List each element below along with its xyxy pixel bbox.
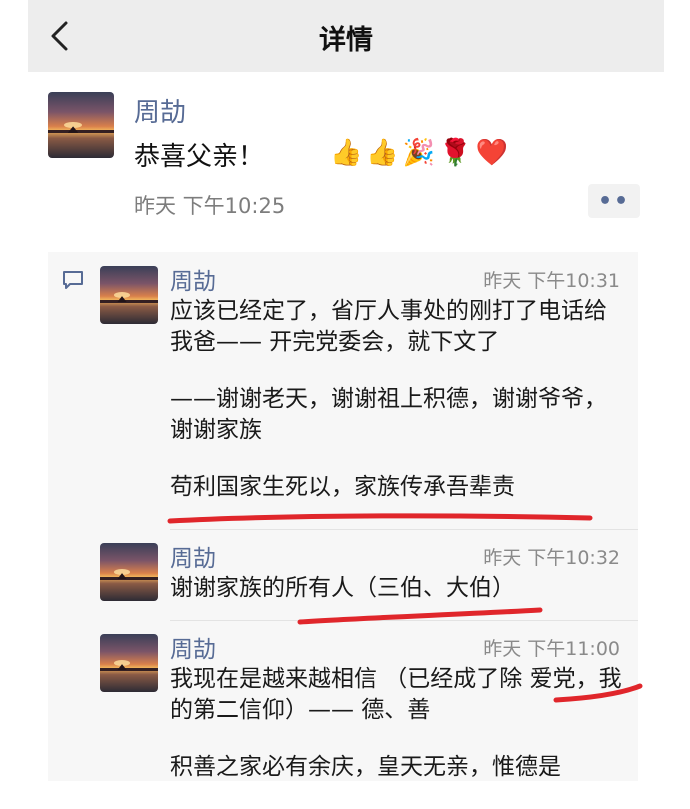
avatar[interactable]: [48, 92, 114, 158]
comment-timestamp: 昨天 下午10:32: [483, 547, 620, 569]
thumbs-up-icon: 👍: [366, 138, 399, 168]
comments-section: 周劼 昨天 下午10:31 应该已经定了，省厅人事处的刚打了电话给我爸—— 开完…: [48, 252, 638, 781]
comment-item[interactable]: 周劼 昨天 下午11:00 我现在是越来越相信 （已经成了除 爱党，我的第二信仰…: [100, 624, 632, 784]
heart-icon: ❤️: [475, 138, 508, 168]
comment-text: 谢谢家族的所有人（三伯、大伯）: [170, 573, 626, 630]
comment-paragraph: ——谢谢老天，谢谢祖上积德，谢谢爷爷，谢谢家族: [170, 386, 607, 443]
avatar[interactable]: [100, 634, 158, 692]
comment-author-name[interactable]: 周劼: [170, 262, 216, 296]
party-popper-icon: 🎉: [402, 138, 436, 168]
comment-paragraph: 谢谢家族的所有人（三伯、大伯）: [170, 575, 515, 601]
rose-icon: 🌹: [439, 138, 472, 168]
comment-paragraph: 应该已经定了，省厅人事处的刚打了电话给我爸—— 开完党委会，就下文了: [170, 298, 607, 355]
comment-timestamp: 昨天 下午11:00: [483, 638, 620, 660]
more-actions-button[interactable]: ••: [588, 184, 640, 218]
post-author-name[interactable]: 周劼: [134, 92, 186, 129]
comment-paragraph: 积善之家必有余庆，皇天无亲，惟德是: [170, 754, 561, 780]
comment-paragraph: 我现在是越来越相信 （已经成了除 爱党，我的第二信仰）—— 德、善: [170, 666, 622, 723]
comment-paragraph: 苟利国家生死以，家族传承吾辈责: [170, 474, 515, 500]
post-text: 恭喜父亲！: [134, 142, 265, 172]
comment-text: 应该已经定了，省厅人事处的刚打了电话给我爸—— 开完党委会，就下文了 ——谢谢老…: [170, 296, 626, 529]
comment-item[interactable]: 周劼 昨天 下午10:32 谢谢家族的所有人（三伯、大伯）: [100, 533, 632, 619]
page-title: 详情: [319, 25, 373, 56]
avatar[interactable]: [100, 266, 158, 324]
divider: [170, 620, 638, 621]
comment-author-name[interactable]: 周劼: [170, 539, 216, 573]
post-timestamp: 昨天 下午10:25: [134, 194, 286, 218]
comment-icon: [63, 271, 83, 289]
moment-post: 周劼 恭喜父亲！ 👍 👍 🎉 🌹 ❤️ 昨天 下午10:25 ••: [48, 92, 648, 242]
post-emojis: 👍 👍 🎉 🌹 ❤️: [330, 138, 508, 168]
comment-timestamp: 昨天 下午10:31: [483, 270, 620, 292]
comment-author-name[interactable]: 周劼: [170, 630, 216, 664]
avatar[interactable]: [100, 543, 158, 601]
comment-item[interactable]: 周劼 昨天 下午10:31 应该已经定了，省厅人事处的刚打了电话给我爸—— 开完…: [100, 256, 632, 526]
thumbs-up-icon: 👍: [330, 138, 363, 168]
top-navigation-bar: 详情: [28, 0, 664, 72]
comment-text: 我现在是越来越相信 （已经成了除 爱党，我的第二信仰）—— 德、善 积善之家必有…: [170, 664, 626, 809]
divider: [170, 529, 638, 530]
